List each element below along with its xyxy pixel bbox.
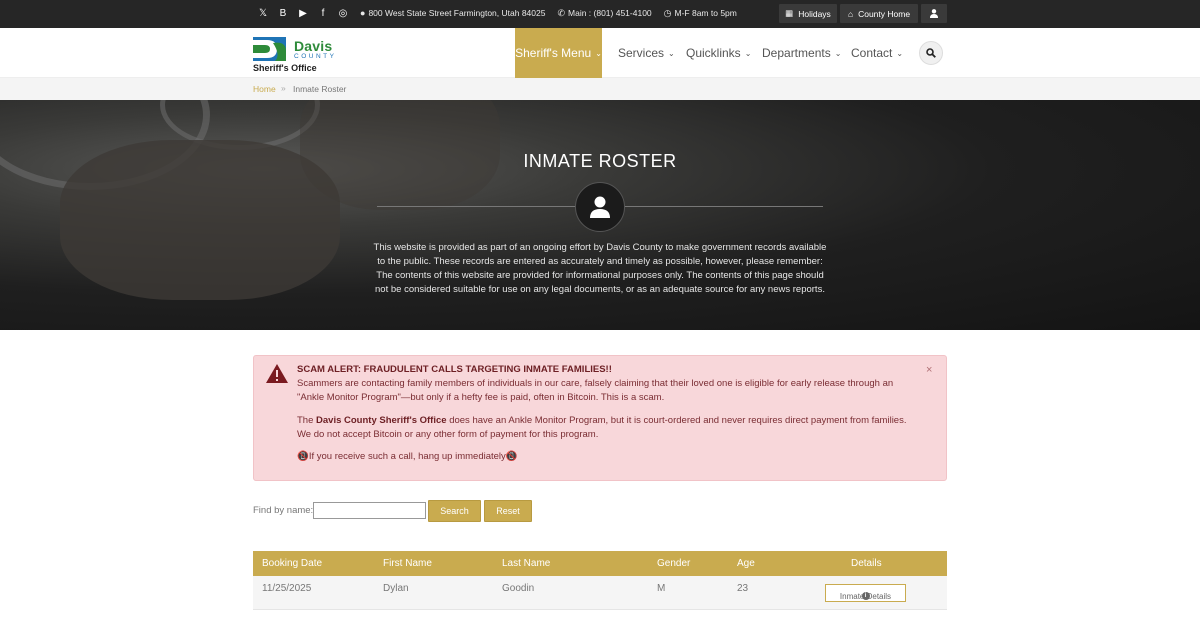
phone-icon: ✆ — [557, 8, 566, 18]
chevron-down-icon: ⌄ — [744, 48, 752, 58]
breadcrumb-current: Inmate Roster — [293, 84, 347, 94]
logo-county: COUNTY — [294, 53, 337, 60]
phone-text: Main : (801) 451-4100 — [568, 8, 652, 18]
nav-quicklinks[interactable]: Quicklinks ⌄ — [686, 28, 751, 78]
hours: ◷ M-F 8am to 5pm — [664, 8, 737, 19]
age-cell: 23 — [737, 583, 749, 594]
title-divider — [377, 206, 575, 207]
logo-office: Sheriff's Office — [253, 63, 317, 73]
find-label: Find by name: — [253, 505, 314, 516]
hero-banner: INMATE ROSTER This website is provided a… — [0, 100, 1200, 330]
last-name-cell: Goodin — [502, 583, 535, 594]
nav-label: Sheriff's Menu — [515, 46, 592, 60]
column-header[interactable]: Last Name — [502, 558, 550, 569]
county-home-label: County Home — [858, 8, 911, 19]
alert-bold-text: Davis County Sheriff's Office — [316, 415, 447, 426]
nav-label: Services — [618, 46, 665, 60]
logo-name: Davis — [294, 38, 333, 54]
booking-date-cell: 11/25/2025 — [262, 583, 312, 594]
warning-icon — [266, 364, 288, 383]
nav-sheriffs-menu[interactable]: Sheriff's Menu ⌄ — [515, 28, 602, 78]
county-home-button[interactable]: ⌂ County Home — [840, 4, 918, 23]
breadcrumb-separator: » — [281, 83, 286, 93]
holidays-label: Holidays — [798, 8, 831, 19]
user-icon — [590, 196, 610, 218]
alert-paragraph: 📵If you receive such a call, hang up imm… — [297, 451, 518, 462]
nav-contact[interactable]: Contact ⌄ — [851, 28, 903, 78]
social-links: 𝕏 B ▶ f ◎ — [257, 7, 349, 19]
address[interactable]: ● 800 West State Street Farmington, Utah … — [360, 8, 545, 19]
search-toggle-button[interactable] — [919, 41, 943, 65]
inmate-details-button[interactable]: Inmate Details i — [825, 584, 906, 602]
chevron-down-icon: ⌄ — [668, 48, 675, 58]
column-header[interactable]: First Name — [383, 558, 432, 569]
alert-paragraph: Scammers are contacting family members o… — [297, 378, 894, 403]
breadcrumb-home[interactable]: Home — [253, 84, 276, 94]
chevron-down-icon: ⌄ — [896, 48, 904, 58]
clock-icon: ◷ — [663, 8, 672, 18]
page-title: INMATE ROSTER — [523, 151, 677, 171]
logo-mark-icon — [253, 37, 286, 61]
gender-cell: M — [657, 583, 666, 594]
address-text: 800 West State Street Farmington, Utah 8… — [368, 8, 546, 18]
youtube-icon[interactable]: ▶ — [297, 7, 309, 19]
user-button[interactable] — [921, 4, 947, 23]
home-icon: ⌂ — [847, 8, 854, 19]
blogger-icon[interactable]: B — [277, 7, 289, 19]
table-header: Booking Date First Name Last Name Gender… — [253, 551, 947, 576]
alert-text: The — [297, 415, 317, 426]
map-marker-icon: ● — [360, 8, 366, 18]
first-name-cell: Dylan — [383, 583, 409, 594]
column-header[interactable]: Age — [737, 558, 755, 569]
nav-label: Quicklinks — [686, 46, 741, 60]
alert-title: SCAM ALERT: FRAUDULENT CALLS TARGETING I… — [297, 364, 612, 375]
table-row — [253, 610, 947, 644]
info-icon: i — [861, 592, 870, 600]
search-icon — [926, 48, 936, 58]
search-button[interactable]: Search — [428, 500, 481, 522]
close-icon[interactable]: × — [926, 364, 932, 376]
column-header: Details — [851, 558, 882, 569]
scam-alert: SCAM ALERT: FRAUDULENT CALLS TARGETING I… — [253, 355, 947, 481]
disclaimer-text: This website is provided as part of an o… — [373, 242, 827, 295]
nav-departments[interactable]: Departments ⌄ — [762, 28, 841, 78]
main-nav: Davis COUNTY Sheriff's Office Sheriff's … — [0, 28, 1200, 78]
breadcrumb: Home » Inmate Roster — [0, 78, 1200, 100]
top-bar: 𝕏 B ▶ f ◎ ● 800 West State Street Farming… — [0, 0, 1200, 28]
nav-services[interactable]: Services ⌄ — [618, 28, 675, 78]
name-search-input[interactable] — [313, 502, 426, 519]
chevron-down-icon: ⌄ — [595, 48, 602, 58]
user-badge — [575, 182, 625, 232]
contact-info: ● 800 West State Street Farmington, Utah … — [360, 8, 737, 19]
nav-label: Contact — [851, 46, 893, 60]
phone[interactable]: ✆ Main : (801) 451-4100 — [557, 8, 651, 19]
nav-label: Departments — [762, 46, 831, 60]
table-row: 11/25/2025 Dylan Goodin M 23 Inmate Deta… — [253, 576, 947, 610]
chevron-down-icon: ⌄ — [834, 48, 842, 58]
holidays-button[interactable]: ▦ Holidays — [779, 4, 837, 23]
facebook-icon[interactable]: f — [317, 7, 329, 19]
column-header[interactable]: Gender — [657, 558, 690, 569]
calendar-icon: ▦ — [785, 8, 794, 18]
twitter-icon[interactable]: 𝕏 — [257, 7, 269, 19]
instagram-icon[interactable]: ◎ — [337, 7, 349, 19]
reset-button[interactable]: Reset — [484, 500, 532, 522]
hours-text: M-F 8am to 5pm — [674, 8, 737, 18]
alert-paragraph: The Davis County Sheriff's Office does h… — [297, 414, 917, 442]
user-icon — [930, 9, 938, 18]
title-divider — [625, 206, 823, 207]
column-header[interactable]: Booking Date — [262, 558, 322, 569]
